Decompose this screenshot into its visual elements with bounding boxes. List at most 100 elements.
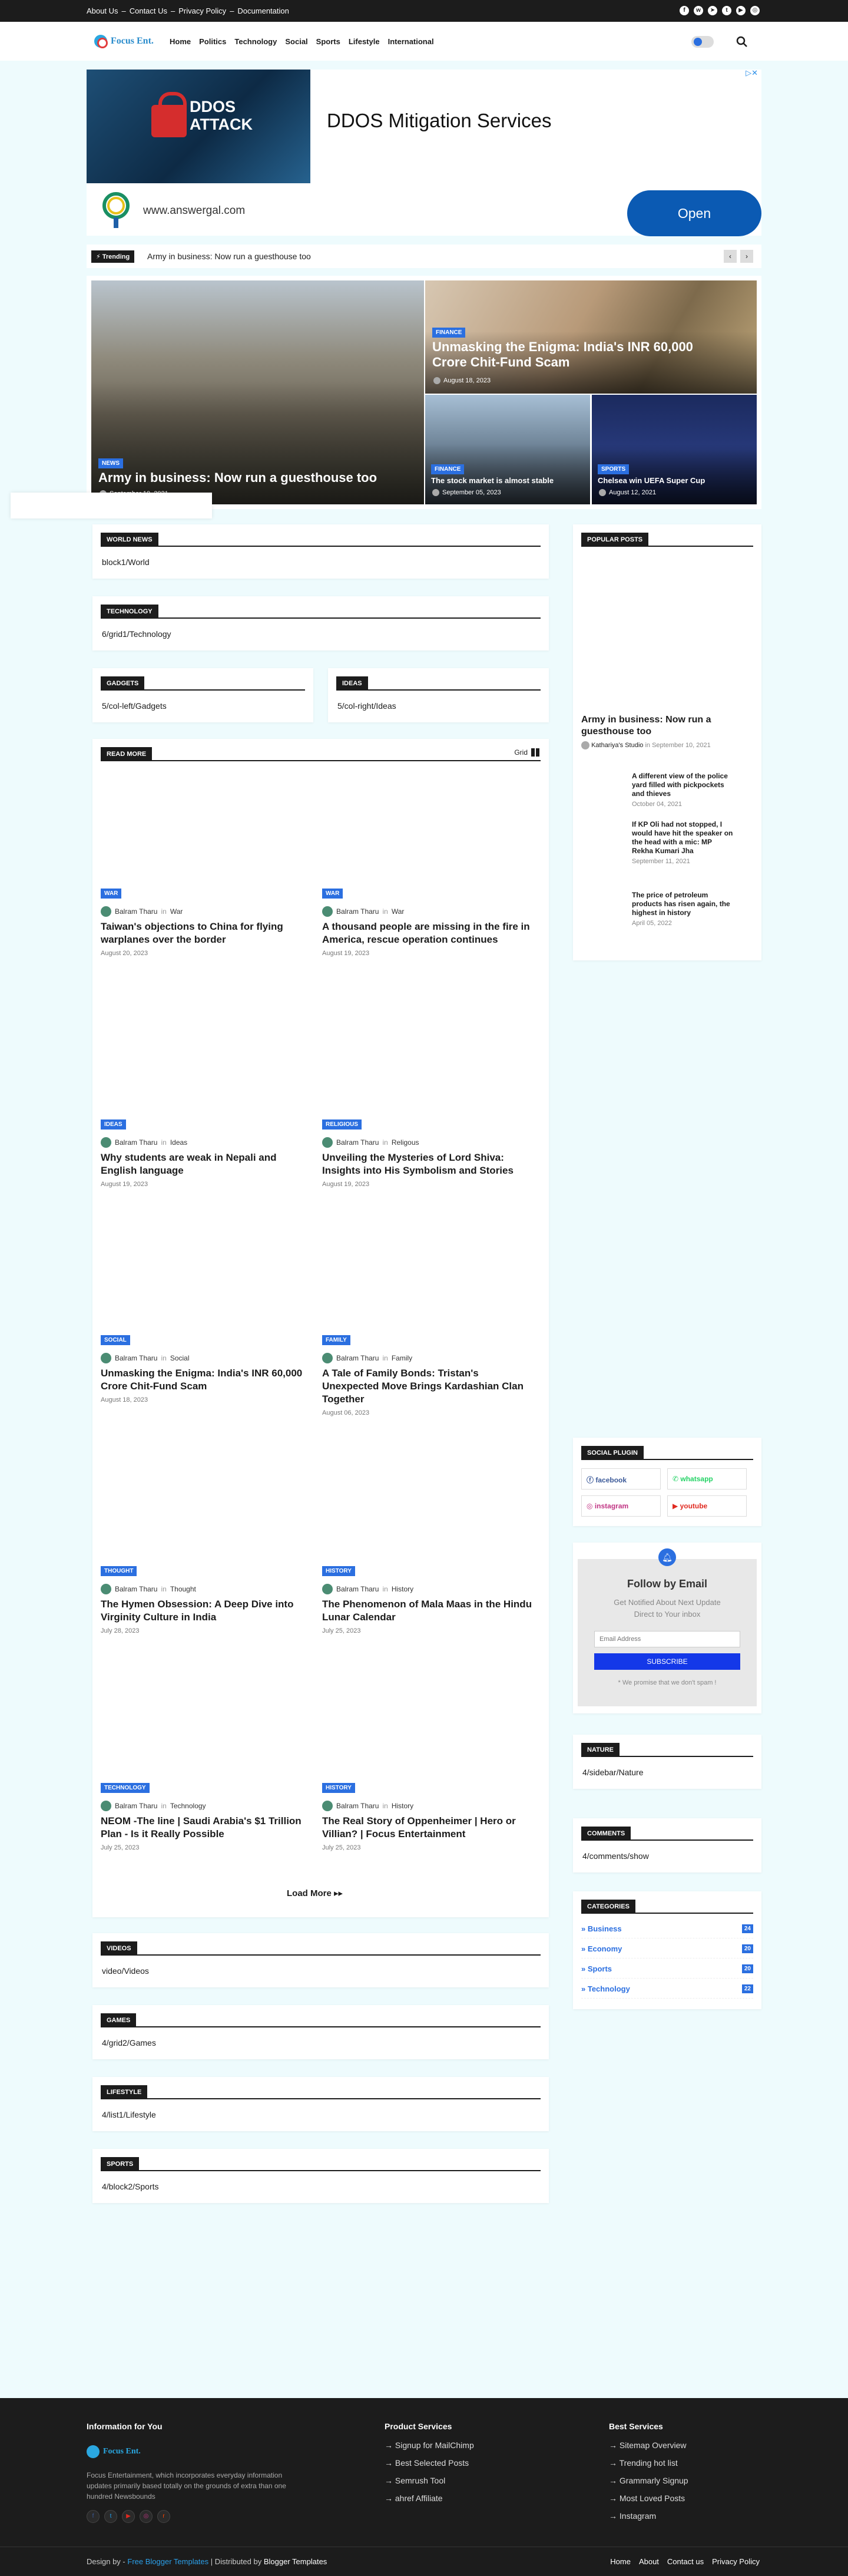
trending-headline[interactable]: Army in business: Now run a guesthouse t… xyxy=(147,252,311,261)
category-badge[interactable]: TECHNOLOGY xyxy=(101,1783,150,1793)
post-thumbnail[interactable] xyxy=(101,998,319,1132)
footer-link[interactable]: Semrush Tool xyxy=(385,2476,445,2485)
category-badge[interactable]: FAMILY xyxy=(322,1335,350,1345)
ad-url[interactable]: www.answergal.com xyxy=(143,204,245,217)
instagram-icon[interactable]: ◎ xyxy=(750,6,760,15)
ad-open-button[interactable]: Open xyxy=(627,190,761,236)
post-title[interactable]: Unveiling the Mysteries of Lord Shiva: I… xyxy=(322,1151,534,1177)
post-title[interactable]: A thousand people are missing in the fir… xyxy=(322,920,534,946)
category-badge[interactable]: HISTORY xyxy=(322,1783,355,1793)
documentation-link[interactable]: Documentation xyxy=(237,6,289,15)
twitter-icon[interactable]: t xyxy=(722,6,731,15)
ad-title[interactable]: DDOS Mitigation Services xyxy=(327,110,551,132)
post-author[interactable]: Balram Tharu xyxy=(336,1802,379,1810)
popular-item[interactable]: If KP Oli had not stopped, I would have … xyxy=(632,820,735,865)
email-input[interactable] xyxy=(594,1631,740,1647)
post-title[interactable]: NEOM -The line | Saudi Arabia's $1 Trill… xyxy=(101,1815,313,1841)
hero-top-right-tile[interactable]: FINANCE Unmasking the Enigma: India's IN… xyxy=(425,280,757,394)
search-icon[interactable] xyxy=(736,36,748,48)
hero-bottom-right-title[interactable]: Chelsea win UEFA Super Cup xyxy=(598,476,751,485)
footer-link[interactable]: ahref Affiliate xyxy=(385,2494,443,2503)
footer-contact-link[interactable]: Contact us xyxy=(667,2557,704,2566)
load-more-button[interactable]: Load More ▸▸ xyxy=(287,1888,343,1898)
footer-link[interactable]: Instagram xyxy=(609,2511,656,2521)
post-card[interactable]: HISTORY Balram Tharu in History The Real… xyxy=(322,1662,540,1874)
post-card[interactable]: FAMILY Balram Tharu in Family A Tale of … xyxy=(322,1214,540,1426)
trending-next-button[interactable]: › xyxy=(740,250,753,263)
youtube-icon[interactable]: ▶ xyxy=(122,2510,135,2523)
credit-link[interactable]: Blogger Templates xyxy=(264,2557,327,2566)
facebook-icon[interactable]: f xyxy=(87,2510,100,2523)
nav-sports[interactable]: Sports xyxy=(316,37,340,46)
facebook-button[interactable]: ⓕ facebook xyxy=(581,1468,661,1490)
footer-link[interactable]: Signup for MailChimp xyxy=(385,2440,474,2450)
footer-link[interactable]: Trending hot list xyxy=(609,2458,678,2468)
post-thumbnail[interactable] xyxy=(322,1662,540,1796)
category-badge[interactable]: FINANCE xyxy=(432,328,466,338)
twitter-icon[interactable]: t xyxy=(104,2510,117,2523)
category-badge[interactable]: HISTORY xyxy=(322,1566,355,1576)
post-thumbnail[interactable] xyxy=(322,1214,540,1348)
post-title[interactable]: Taiwan's objections to China for flying … xyxy=(101,920,313,946)
nav-home[interactable]: Home xyxy=(170,37,191,46)
popular-featured[interactable]: Army in business: Now run a guesthouse t… xyxy=(581,714,752,750)
popular-item-title[interactable]: The price of petroleum products has rise… xyxy=(632,891,735,917)
post-thumbnail[interactable] xyxy=(101,767,319,901)
contact-us-link[interactable]: Contact Us xyxy=(130,6,167,15)
post-topic[interactable]: Religous xyxy=(392,1138,419,1147)
subscribe-button[interactable]: SUBSCRIBE xyxy=(594,1653,740,1670)
post-author[interactable]: Balram Tharu xyxy=(336,907,379,916)
reddit-icon[interactable]: r xyxy=(157,2510,170,2523)
popular-item[interactable]: The price of petroleum products has rise… xyxy=(632,891,735,927)
youtube-icon[interactable]: ▶ xyxy=(736,6,746,15)
category-item[interactable]: » Sports 20 xyxy=(581,1964,753,1979)
post-card[interactable]: SOCIAL Balram Tharu in Social Unmasking … xyxy=(101,1214,319,1426)
post-thumbnail[interactable] xyxy=(101,1445,319,1579)
hero-bottom-left-title[interactable]: The stock market is almost stable xyxy=(431,476,584,485)
post-card[interactable]: RELIGIOUS Balram Tharu in Religous Unvei… xyxy=(322,998,540,1210)
post-author[interactable]: Balram Tharu xyxy=(336,1354,379,1362)
category-badge[interactable]: WAR xyxy=(101,889,122,899)
post-topic[interactable]: Family xyxy=(392,1354,412,1362)
footer-home-link[interactable]: Home xyxy=(610,2557,631,2566)
hero-bottom-left-tile[interactable]: FINANCE The stock market is almost stabl… xyxy=(425,395,590,504)
category-badge[interactable]: SPORTS xyxy=(598,464,630,474)
post-author[interactable]: Balram Tharu xyxy=(115,1585,157,1593)
post-thumbnail[interactable] xyxy=(322,1445,540,1579)
instagram-icon[interactable]: ◎ xyxy=(140,2510,153,2523)
site-logo[interactable]: Focus Ent. xyxy=(94,35,154,48)
post-title[interactable]: The Phenomenon of Mala Maas in the Hindu… xyxy=(322,1598,534,1624)
post-author[interactable]: Balram Tharu xyxy=(336,1138,379,1147)
whatsapp-button[interactable]: ✆ whatsapp xyxy=(667,1468,747,1490)
popular-featured-title[interactable]: Army in business: Now run a guesthouse t… xyxy=(581,714,752,738)
category-badge[interactable]: THOUGHT xyxy=(101,1566,137,1576)
post-topic[interactable]: History xyxy=(392,1802,413,1810)
post-author[interactable]: Balram Tharu xyxy=(115,1138,157,1147)
post-thumbnail[interactable] xyxy=(322,998,540,1132)
popular-item-title[interactable]: A different view of the police yard fill… xyxy=(632,772,735,798)
post-card[interactable]: TECHNOLOGY Balram Tharu in Technology NE… xyxy=(101,1662,319,1874)
hero-top-right-title[interactable]: Unmasking the Enigma: India's INR 60,000… xyxy=(432,339,727,370)
hero-bottom-right-tile[interactable]: SPORTS Chelsea win UEFA Super Cup August… xyxy=(592,395,757,504)
popular-item[interactable]: A different view of the police yard fill… xyxy=(632,772,735,808)
post-card[interactable]: WAR Balram Tharu in War Taiwan's objecti… xyxy=(101,767,319,979)
category-badge[interactable]: WAR xyxy=(322,889,343,899)
trending-prev-button[interactable]: ‹ xyxy=(724,250,737,263)
footer-link[interactable]: Best Selected Posts xyxy=(385,2458,469,2468)
post-topic[interactable]: Social xyxy=(170,1354,190,1362)
post-card[interactable]: IDEAS Balram Tharu in Ideas Why students… xyxy=(101,998,319,1210)
category-badge[interactable]: FINANCE xyxy=(431,464,465,474)
post-thumbnail[interactable] xyxy=(322,767,540,901)
post-topic[interactable]: History xyxy=(392,1585,413,1593)
hero-main-title[interactable]: Army in business: Now run a guesthouse t… xyxy=(98,470,416,486)
ad-info-icon[interactable]: ▷✕ xyxy=(746,68,758,78)
post-card[interactable]: THOUGHT Balram Tharu in Thought The Hyme… xyxy=(101,1445,319,1657)
category-badge[interactable]: RELIGIOUS xyxy=(322,1119,362,1130)
category-badge[interactable]: SOCIAL xyxy=(101,1335,130,1345)
post-title[interactable]: The Hymen Obsession: A Deep Dive into Vi… xyxy=(101,1598,313,1624)
instagram-button[interactable]: ◎ instagram xyxy=(581,1495,661,1517)
post-card[interactable]: WAR Balram Tharu in War A thousand peopl… xyxy=(322,767,540,979)
post-topic[interactable]: War xyxy=(392,907,405,916)
post-author[interactable]: Balram Tharu xyxy=(115,1802,157,1810)
post-author[interactable]: Balram Tharu xyxy=(115,1354,157,1362)
